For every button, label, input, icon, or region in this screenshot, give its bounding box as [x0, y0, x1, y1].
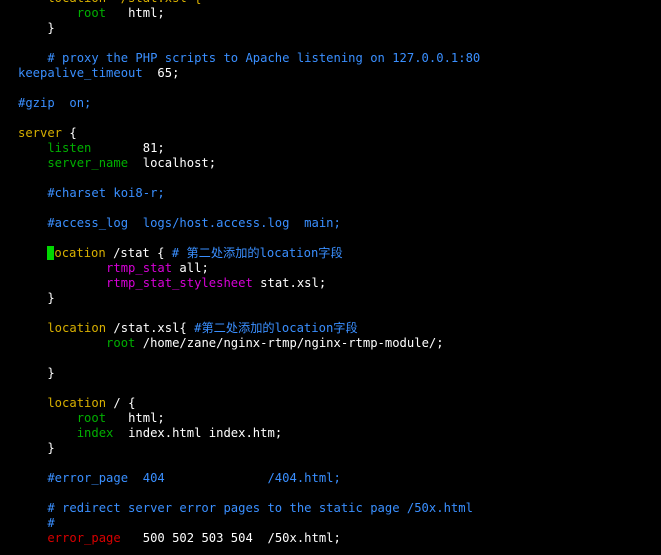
code-line: root /home/zane/nginx-rtmp/nginx-rtmp-mo…: [18, 336, 444, 351]
code-token: #: [18, 516, 55, 530]
code-token: /home/zane/nginx-rtmp/nginx-rtmp-module/…: [135, 336, 444, 350]
code-line: }: [18, 21, 55, 36]
terminal-editor[interactable]: location /stat.xsl { root html; } # prox…: [0, 0, 661, 555]
code-token: index: [18, 426, 114, 440]
code-token: #gzip on;: [18, 96, 92, 110]
code-token: /stat.xsl{: [106, 321, 195, 335]
code-token: keepalive_timeout: [18, 66, 143, 80]
code-token: location: [18, 321, 107, 335]
code-token: /stat {: [105, 246, 172, 260]
code-token: index.html index.htm;: [113, 426, 283, 440]
code-line: # redirect server error pages to the sta…: [18, 501, 473, 516]
code-token: }: [18, 441, 55, 455]
code-token: root: [18, 6, 107, 20]
code-line: #charset koi8-r;: [18, 186, 165, 201]
code-token: #charset koi8-r;: [18, 186, 165, 200]
code-token: ocation: [54, 246, 106, 260]
code-token: html;: [106, 411, 165, 425]
code-line: #gzip on;: [18, 96, 91, 111]
code-line: server_name localhost;: [18, 156, 216, 171]
code-line: server {: [18, 126, 77, 141]
code-token: / {: [106, 396, 136, 410]
code-token: location: [18, 396, 107, 410]
code-line: #error_page 404 /404.html;: [18, 471, 341, 486]
code-token: 65;: [142, 66, 180, 80]
code-token: root: [18, 411, 107, 425]
code-token: listen: [18, 141, 92, 155]
code-line: root html;: [18, 411, 165, 426]
code-line: location /stat.xsl{ #第二处添加的location字段: [18, 321, 358, 336]
code-token: # proxy the PHP scripts to Apache listen…: [18, 51, 481, 65]
code-token: }: [18, 21, 55, 35]
code-token: server: [18, 126, 63, 140]
code-token: #第二处添加的location字段: [194, 321, 358, 335]
code-line: ocation /stat { # 第二处添加的location字段: [18, 246, 343, 261]
code-line: listen 81;: [18, 141, 165, 156]
code-token: all;: [172, 261, 209, 275]
code-line: }: [18, 366, 55, 381]
code-token: stat.xsl;: [252, 276, 327, 290]
code-line: index index.html index.htm;: [18, 426, 282, 441]
code-token: 81;: [91, 141, 165, 155]
code-token: # redirect server error pages to the sta…: [18, 501, 473, 515]
code-line: #: [18, 516, 55, 531]
code-token: rtmp_stat: [18, 261, 173, 275]
code-token: rtmp_stat_stylesheet: [18, 276, 253, 290]
code-token: html;: [106, 6, 165, 20]
code-token: localhost;: [128, 156, 217, 170]
code-token: #error_page 404 /404.html;: [18, 471, 341, 485]
code-line: # proxy the PHP scripts to Apache listen…: [18, 51, 480, 66]
code-token: }: [18, 291, 55, 305]
code-line: error_page 500 502 503 504 /50x.html;: [18, 531, 341, 546]
code-line: root html;: [18, 6, 165, 21]
code-token: {: [62, 126, 77, 140]
code-line: #access_log logs/host.access.log main;: [18, 216, 341, 231]
code-line: keepalive_timeout 65;: [18, 66, 179, 81]
code-token: server_name: [18, 156, 129, 170]
code-line: }: [18, 441, 55, 456]
code-line: location / {: [18, 396, 135, 411]
code-token: #access_log logs/host.access.log main;: [18, 216, 341, 230]
code-line: }: [18, 291, 55, 306]
code-token: root: [18, 336, 136, 350]
code-token: # 第二处添加的location字段: [171, 246, 343, 260]
code-token: location /stat.xsl {: [18, 0, 201, 5]
code-token: }: [18, 366, 55, 380]
code-token: ocation: [47, 246, 106, 260]
code-token: 500 502 503 504 /50x.html;: [120, 531, 341, 545]
code-token: error_page: [18, 531, 121, 545]
code-line: rtmp_stat_stylesheet stat.xsl;: [18, 276, 326, 291]
code-line: rtmp_stat all;: [18, 261, 209, 276]
